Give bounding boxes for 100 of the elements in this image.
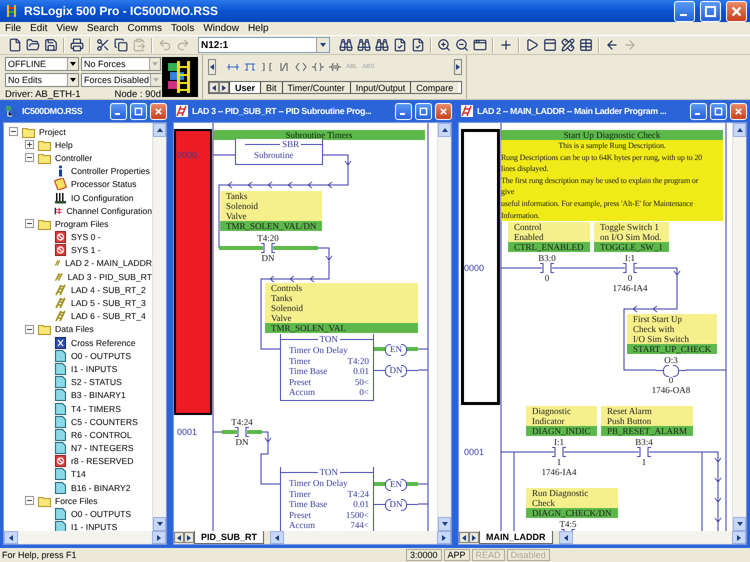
rung-title: Subroutine Timers bbox=[213, 130, 425, 140]
comment-text: Controls Tanks Solenoid Valve bbox=[270, 283, 304, 323]
tag-label: START_UP_CHECK bbox=[627, 344, 718, 354]
tree-item[interactable]: I1 - INPUTS bbox=[71, 364, 118, 374]
menu-item[interactable]: Window bbox=[203, 23, 239, 34]
palette-tab[interactable]: Bit bbox=[260, 82, 282, 93]
tree-item[interactable]: Program Files bbox=[55, 218, 108, 229]
output-coil[interactable]: DN bbox=[374, 365, 418, 375]
parameter-label: Timer bbox=[289, 488, 311, 499]
comment-text: Control Enabled bbox=[513, 222, 544, 242]
bit-value: 0 bbox=[628, 273, 632, 283]
menu-item[interactable]: Help bbox=[248, 23, 269, 34]
tree-item[interactable]: Processor Status bbox=[71, 179, 136, 190]
status-pane: APP bbox=[444, 549, 470, 561]
rung-number[interactable]: 0001 bbox=[177, 427, 198, 437]
tree-item[interactable]: Force Files bbox=[55, 496, 98, 506]
menu-item[interactable]: Comms bbox=[128, 23, 162, 34]
sheet-tab[interactable]: MAIN_LADDR bbox=[479, 531, 552, 544]
driver-label: Driver: AB_ETH-1 bbox=[5, 89, 79, 100]
tree-item[interactable]: r8 - RESERVED bbox=[71, 456, 134, 466]
address-label: T4:5 bbox=[560, 519, 576, 529]
tree-item[interactable]: C5 - COUNTERS bbox=[71, 416, 138, 427]
tree-item[interactable]: Data Files bbox=[55, 324, 94, 334]
app-title: RSLogix 500 Pro - IC500DMO.RSS bbox=[24, 4, 220, 18]
output-coil[interactable]: DN bbox=[374, 499, 418, 509]
instruction-title: TON bbox=[318, 466, 339, 478]
menu-item[interactable]: View bbox=[56, 23, 78, 34]
comment-text: First Start Up Check with I/O Sim Switch bbox=[632, 314, 690, 344]
timer-instruction[interactable]: TON Timer On Delay Timer T4:20 Time Base 0.01 Preset 50< Accum 0< bbox=[280, 334, 374, 401]
palette-tab[interactable]: Compare bbox=[410, 82, 458, 93]
timer-instruction[interactable]: TON Timer On Delay Timer T4:24 Time Base 0.01 Preset 1500< Accum 744< bbox=[280, 467, 374, 531]
tree-item[interactable]: SYS 0 - bbox=[71, 232, 101, 242]
address-combo[interactable]: N12:1 bbox=[198, 37, 330, 53]
comment-text: Reset Alarm Push Button bbox=[606, 406, 653, 426]
tree-item[interactable]: N7 - INTEGERS bbox=[71, 443, 134, 454]
palette-tab[interactable]: Input/Output bbox=[350, 82, 410, 93]
comment-text: Tanks Solenoid Valve bbox=[225, 191, 260, 221]
bit-value: DN bbox=[236, 437, 248, 447]
parameter-value: 50< bbox=[354, 376, 369, 387]
tree-item[interactable]: B3 - BINARY1 bbox=[71, 390, 126, 400]
tree-item[interactable]: LAD 4 - SUB_RT_2 bbox=[71, 284, 146, 295]
tree-item[interactable]: IO Configuration bbox=[71, 192, 134, 203]
node-label: Node : 90d bbox=[114, 89, 161, 100]
status-dropdown[interactable]: OFFLINE bbox=[5, 57, 79, 71]
tree-item[interactable]: Channel Configuration bbox=[66, 206, 152, 216]
bit-value: 0 bbox=[668, 375, 674, 385]
bit-value: DN bbox=[262, 253, 274, 263]
comment-text: Diagnostic Indicator bbox=[531, 406, 572, 426]
address-label: I:1 bbox=[625, 253, 635, 263]
tree-item[interactable]: LAD 5 - SUB_RT_3 bbox=[71, 298, 146, 308]
menu-item[interactable]: File bbox=[5, 23, 22, 34]
parameter-label: Timer On Delay bbox=[289, 478, 348, 488]
status-pane: READ bbox=[472, 549, 505, 561]
rung-title: Start Up Diagnostic Check bbox=[501, 130, 723, 140]
output-coil[interactable]: EN bbox=[374, 344, 418, 354]
tree-item[interactable]: O0 - OUTPUTS bbox=[71, 509, 132, 520]
tree-item[interactable]: Cross Reference bbox=[71, 338, 136, 348]
parameter-value: 744< bbox=[350, 520, 369, 530]
subroutine-instruction[interactable]: SBR Subroutine bbox=[235, 139, 323, 165]
instruction-title: TON bbox=[318, 334, 339, 344]
menu-item[interactable]: Search bbox=[86, 23, 119, 34]
tree-item[interactable]: Controller bbox=[55, 152, 92, 163]
address-label: T4:24 bbox=[231, 417, 253, 427]
tree-item[interactable]: Help bbox=[55, 140, 73, 150]
menu-item[interactable]: Edit bbox=[30, 23, 48, 34]
menu-item[interactable]: Tools bbox=[171, 23, 194, 34]
rung-number[interactable]: 0000 bbox=[464, 263, 484, 273]
tree-item[interactable]: T4 - TIMERS bbox=[71, 404, 121, 414]
tree-item[interactable]: Controller Properties bbox=[71, 166, 150, 176]
parameter-value: 0< bbox=[359, 387, 369, 398]
window-title: LAD 3 -- PID_SUB_RT -- PID Subroutine Prog... bbox=[192, 106, 372, 116]
tree-item[interactable]: LAD 6 - SUB_RT_4 bbox=[71, 311, 146, 322]
status-pane: 3:0000 bbox=[406, 549, 442, 561]
tag-label: TMR_SOLEN_VAL bbox=[265, 323, 418, 333]
sheet-tab[interactable]: PID_SUB_RT bbox=[194, 531, 264, 544]
parameter-value: 0.01 bbox=[353, 499, 369, 510]
address-label: B3:4 bbox=[635, 437, 653, 447]
tree-item[interactable]: O0 - OUTPUTS bbox=[71, 350, 132, 361]
module-label: 1746-IA4 bbox=[542, 467, 576, 477]
tree-item[interactable]: T14 bbox=[71, 469, 86, 480]
tree-item[interactable]: S2 - STATUS bbox=[71, 377, 122, 388]
parameter-value: T4:24 bbox=[348, 488, 369, 499]
parameter-label: Subroutine bbox=[254, 150, 294, 160]
tree-item[interactable]: SYS 1 - bbox=[71, 245, 101, 256]
tree-item[interactable]: R6 - CONTROL bbox=[71, 430, 132, 440]
status-dropdown[interactable]: No Edits bbox=[5, 73, 79, 87]
tree-item[interactable]: LAD 2 - MAIN_LADDR bbox=[65, 258, 152, 268]
output-coil[interactable]: EN bbox=[374, 479, 418, 489]
palette-tab[interactable]: Timer/Counter bbox=[282, 82, 350, 93]
rung-number[interactable]: 0001 bbox=[464, 447, 484, 457]
status-message: For Help, press F1 bbox=[2, 550, 78, 560]
rung-description: This is a sample Rung Description. Rung Descriptions can be up to 64K bytes per rung, with up to 20 lines displayed. The first rung description may be used to explain the program or give useful information. For example, press 'Alt-E' for Maintenance Information. bbox=[501, 140, 723, 221]
window-title: LAD 2 -- MAIN_LADDR -- Main Ladder Program ... bbox=[477, 106, 668, 116]
parameter-label: Preset bbox=[289, 510, 311, 520]
tree-item[interactable]: LAD 3 - PID_SUB_RT bbox=[68, 272, 152, 282]
comment-text: Toggle Switch 1 on I/O Sim Mod. bbox=[599, 222, 663, 242]
tree-item[interactable]: B16 - BINARY2 bbox=[71, 482, 131, 493]
tree-item[interactable]: Project bbox=[39, 126, 66, 137]
tag-label: DIAGN_INDIC bbox=[526, 426, 596, 436]
tree-item[interactable]: I1 - INPUTS bbox=[71, 522, 118, 531]
